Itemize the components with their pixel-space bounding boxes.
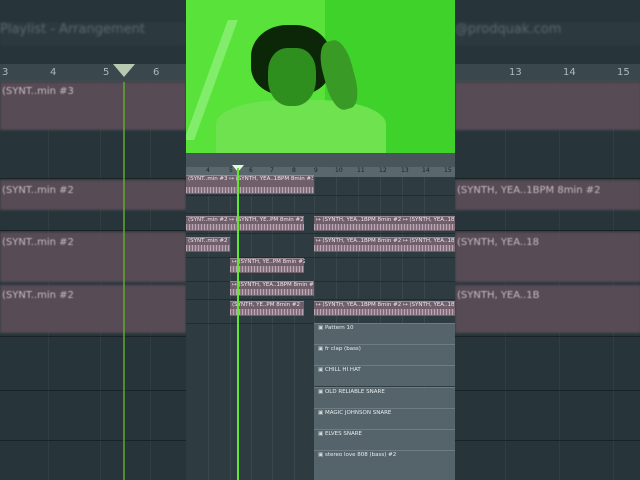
ruler-tick: 5 (103, 67, 110, 78)
pattern-label: OLD RELIABLE SNARE (318, 389, 385, 395)
background-clip-label: (SYNT..min #2 (2, 290, 74, 301)
ruler-tick: 14 (563, 67, 576, 78)
playlist-toolbar[interactable] (186, 153, 455, 167)
ruler-tick: 15 (617, 67, 630, 78)
ruler-tick: 6 (249, 167, 253, 174)
pattern-label: fr clap (bass) (318, 346, 361, 352)
clip-label: (SYNTH, YE..PM 8min #2 (232, 302, 300, 308)
pattern-clip[interactable]: ELVES SNARE (314, 429, 455, 450)
pattern-clip[interactable]: CHILL HI HAT (314, 365, 455, 386)
background-clip-label: (SYNT..min #3 (2, 86, 74, 97)
clip-label: (SYNT..min #2 ↦ (SYNTH, YE..PM 8min #2 (188, 217, 304, 223)
audio-clip[interactable]: ↦ (SYNTH, YEA..1BPM 8min #2 (230, 281, 314, 296)
background-playlist-right: @prodquak.com 13 14 15 (SYNTH, YEA..1BPM… (455, 0, 640, 480)
clip-label: (SYNT..min #2 (188, 238, 228, 244)
pattern-label: ELVES SNARE (318, 431, 362, 437)
pattern-label: stereo love 808 (bass) #2 (318, 452, 396, 458)
background-clip-label: (SYNTH, YEA..1BPM 8min #2 (457, 185, 601, 196)
pattern-clip[interactable]: MAGIC JOHNSON SNARE (314, 408, 455, 429)
audio-clip[interactable]: ↦ (SYNTH, YEA..1BPM 8min #2 ↦ (SYNTH, YE… (314, 301, 455, 316)
background-playlist-left: Playlist - Arrangement 3 4 5 6 (SYNT..mi… (0, 0, 186, 480)
pattern-label: MAGIC JOHNSON SNARE (318, 410, 391, 416)
background-title: @prodquak.com (455, 22, 640, 46)
ruler-tick: 8 (292, 167, 296, 174)
audio-clip[interactable]: (SYNT..min #2 ↦ (SYNTH, YE..PM 8min #2 (186, 216, 304, 231)
clip-label: (SYNT..min #3 ↦ (SYNTH, YEA..1BPM 8min #… (188, 176, 314, 182)
audio-clip[interactable]: (SYNT..min #3 ↦ (SYNTH, YEA..1BPM 8min #… (186, 175, 314, 194)
pattern-label: CHILL HI HAT (318, 367, 361, 373)
ruler-tick: 12 (379, 167, 387, 174)
clip-label: ↦ (SYNTH, YE..PM 8min #2 (232, 259, 305, 265)
ruler-tick: 9 (314, 167, 318, 174)
audio-clip[interactable]: ↦ (SYNTH, YEA..1BPM 8min #2 ↦ (SYNTH, YE… (314, 216, 455, 231)
pattern-clip[interactable]: Pattern 10 (314, 323, 455, 344)
ruler-tick: 13 (509, 67, 522, 78)
pattern-clip[interactable]: fr clap (bass) (314, 344, 455, 365)
background-clip-label: (SYNT..min #2 (2, 237, 74, 248)
pattern-clip[interactable]: OLD RELIABLE SNARE (314, 387, 455, 408)
ruler-tick: 3 (2, 67, 9, 78)
background-clip-label: (SYNT..min #2 (2, 185, 74, 196)
clip-label: ↦ (SYNTH, YEA..1BPM 8min #2 ↦ (SYNTH, YE… (316, 217, 455, 223)
playhead[interactable] (237, 168, 239, 480)
ruler-tick: 7 (270, 167, 274, 174)
background-clip-label: (SYNTH, YEA..1B (457, 290, 540, 301)
ruler-tick: 13 (401, 167, 409, 174)
pattern-clip[interactable]: stereo love 808 (bass) #2 (314, 450, 455, 480)
ruler-tick: 4 (50, 67, 57, 78)
background-title: Playlist - Arrangement (0, 22, 186, 46)
audio-clip[interactable]: (SYNTH, YE..PM 8min #2 (230, 301, 304, 316)
ruler-tick: 11 (357, 167, 365, 174)
webcam-video (186, 0, 455, 153)
ruler-tick: 10 (335, 167, 343, 174)
ruler-tick: 6 (153, 67, 160, 78)
clip-label: ↦ (SYNTH, YEA..1BPM 8min #2 ↦ (SYNTH, YE… (316, 302, 455, 308)
pattern-label: Pattern 10 (318, 325, 354, 331)
ruler-tick: 15 (444, 167, 452, 174)
background-ruler: 3 4 5 6 (0, 64, 186, 82)
clip-label: ↦ (SYNTH, YEA..1BPM 8min #2 ↦ (SYNTH, YE… (316, 238, 455, 244)
audio-clip[interactable]: (SYNT..min #2 (186, 237, 230, 252)
background-ruler: 13 14 15 (455, 64, 640, 82)
background-clip-label: (SYNTH, YEA..18 (457, 237, 539, 248)
audio-clip[interactable]: ↦ (SYNTH, YEA..1BPM 8min #2 ↦ (SYNTH, YE… (314, 237, 455, 252)
clip-label: ↦ (SYNTH, YEA..1BPM 8min #2 (232, 282, 315, 288)
ruler-tick: 4 (206, 167, 210, 174)
ruler-tick: 14 (422, 167, 430, 174)
audio-clip[interactable]: ↦ (SYNTH, YE..PM 8min #2 (230, 258, 305, 273)
playlist-arrangement[interactable]: 4 5 6 7 8 9 10 11 12 13 14 15 (SYNT..min… (186, 153, 455, 480)
